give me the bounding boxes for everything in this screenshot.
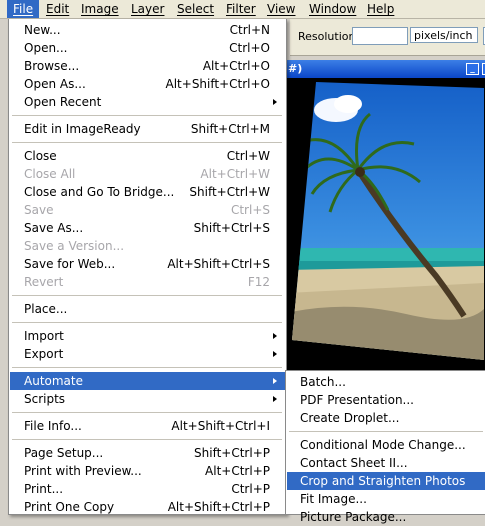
menu-item-close-go-to-bridge[interactable]: Close and Go To Bridge... Shift+Ctrl+W xyxy=(10,183,286,201)
menu-filter[interactable]: Filter xyxy=(220,0,262,18)
menu-item-import[interactable]: Import xyxy=(10,327,286,345)
submenu-item-batch[interactable]: Batch... xyxy=(287,373,485,391)
menu-item-open[interactable]: Open... Ctrl+O xyxy=(10,39,286,57)
menu-item-open-recent[interactable]: Open Recent xyxy=(10,93,286,111)
menu-edit[interactable]: Edit xyxy=(40,0,75,18)
file-menu: New... Ctrl+N Open... Ctrl+O Browse... A… xyxy=(8,19,287,515)
resolution-label: Resolution: xyxy=(298,30,360,43)
menu-item-automate[interactable]: Automate xyxy=(10,372,286,390)
menu-file[interactable]: File xyxy=(7,0,40,18)
menu-separator xyxy=(12,142,282,143)
menu-view[interactable]: View xyxy=(261,0,301,18)
menu-item-edit-imageready[interactable]: Edit in ImageReady Shift+Ctrl+M xyxy=(10,120,286,138)
resolution-input[interactable] xyxy=(352,27,408,45)
menu-separator xyxy=(289,431,483,432)
menu-item-print-one-copy[interactable]: Print One Copy Alt+Shift+Ctrl+P xyxy=(10,498,286,516)
menu-bar: File Edit Image Layer Select Filter View… xyxy=(0,0,485,19)
menu-separator xyxy=(12,115,282,116)
document-window: #) _ xyxy=(286,60,485,378)
submenu-item-create-droplet[interactable]: Create Droplet... xyxy=(287,409,485,427)
submenu-item-fit-image[interactable]: Fit Image... xyxy=(287,490,485,508)
menu-separator xyxy=(12,412,282,413)
submenu-item-picture-package[interactable]: Picture Package... xyxy=(287,508,485,526)
submenu-arrow-icon xyxy=(273,99,277,105)
menu-item-save-as[interactable]: Save As... Shift+Ctrl+S xyxy=(10,219,286,237)
menu-item-browse[interactable]: Browse... Alt+Ctrl+O xyxy=(10,57,286,75)
menu-item-scripts[interactable]: Scripts xyxy=(10,390,286,408)
menu-layer[interactable]: Layer xyxy=(125,0,170,18)
menu-item-place[interactable]: Place... xyxy=(10,300,286,318)
menu-separator xyxy=(12,322,282,323)
menu-item-close[interactable]: Close Ctrl+W xyxy=(10,147,286,165)
automate-submenu: Batch... PDF Presentation... Create Drop… xyxy=(285,370,485,524)
document-canvas[interactable] xyxy=(286,78,485,378)
menu-item-export[interactable]: Export xyxy=(10,345,286,363)
menu-item-save-for-web[interactable]: Save for Web... Alt+Shift+Ctrl+S xyxy=(10,255,286,273)
submenu-arrow-icon xyxy=(273,396,277,402)
submenu-arrow-icon xyxy=(273,378,277,384)
menu-item-print-with-preview[interactable]: Print with Preview... Alt+Ctrl+P xyxy=(10,462,286,480)
document-title-bar[interactable]: #) _ xyxy=(286,60,485,78)
menu-item-revert: Revert F12 xyxy=(24,275,270,289)
menu-help[interactable]: Help xyxy=(361,0,400,18)
menu-item-page-setup[interactable]: Page Setup... Shift+Ctrl+P xyxy=(10,444,286,462)
submenu-item-conditional-mode-change[interactable]: Conditional Mode Change... xyxy=(287,436,485,454)
submenu-item-pdf-presentation[interactable]: PDF Presentation... xyxy=(287,391,485,409)
menu-image[interactable]: Image xyxy=(75,0,125,18)
menu-separator xyxy=(12,367,282,368)
menu-select[interactable]: Select xyxy=(171,0,220,18)
menu-separator xyxy=(12,439,282,440)
menu-item-close-all: Close All Alt+Ctrl+W xyxy=(24,167,270,181)
menu-item-save: Save Ctrl+S xyxy=(24,203,270,217)
menu-window[interactable]: Window xyxy=(303,0,362,18)
menu-item-save-version: Save a Version... xyxy=(24,239,125,253)
document-title: #) xyxy=(288,62,303,75)
submenu-arrow-icon xyxy=(273,333,277,339)
submenu-item-crop-straighten-photos[interactable]: Crop and Straighten Photos xyxy=(287,472,485,490)
menu-item-new[interactable]: New... Ctrl+N xyxy=(10,21,286,39)
minimize-icon[interactable]: _ xyxy=(466,63,479,75)
menu-item-print[interactable]: Print... Ctrl+P xyxy=(10,480,286,498)
submenu-item-contact-sheet[interactable]: Contact Sheet II... xyxy=(287,454,485,472)
submenu-arrow-icon xyxy=(273,351,277,357)
menu-item-file-info[interactable]: File Info... Alt+Shift+Ctrl+I xyxy=(10,417,286,435)
beach-photo-image xyxy=(292,82,484,360)
resolution-unit-select[interactable]: pixels/inch xyxy=(410,27,478,43)
options-bar: Resolution: pixels/inch xyxy=(290,19,485,56)
menu-item-open-as[interactable]: Open As... Alt+Shift+Ctrl+O xyxy=(10,75,286,93)
menu-separator xyxy=(12,295,282,296)
